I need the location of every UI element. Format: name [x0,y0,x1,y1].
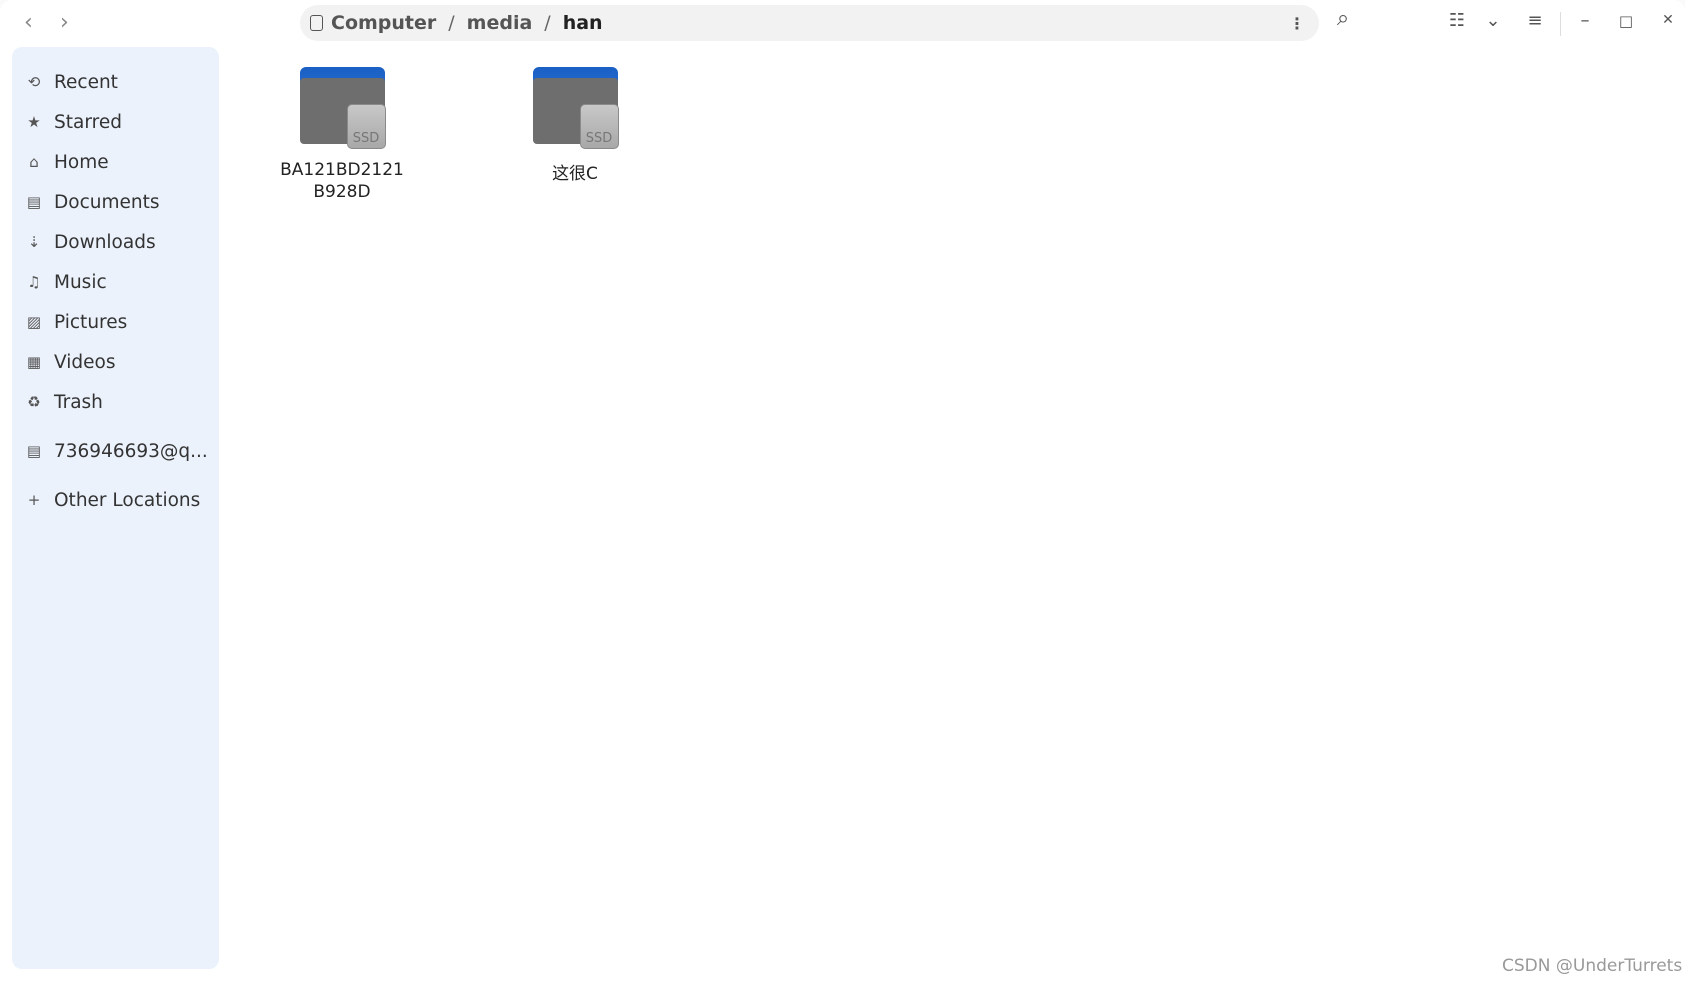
list-view-icon[interactable]: ☷ [1445,10,1469,31]
header-divider [1560,12,1561,36]
sidebar-item-label: 736946693@q... [54,440,208,462]
folder-name: 这很C [552,164,598,184]
picture-icon: ▨ [26,313,42,331]
breadcrumb-separator: / [448,12,455,34]
document-icon: ▤ [26,193,42,211]
sidebar-item-label: Videos [54,351,116,373]
drive-folder-icon: SSD [532,67,619,153]
clock-icon: ⟲ [27,73,41,91]
film-icon: ▦ [26,353,42,371]
hamburger-menu-icon[interactable]: ≡ [1523,10,1547,31]
drive-icon [310,15,323,31]
ssd-badge: SSD [579,104,619,149]
sidebar-item-pictures[interactable]: ▨ Pictures [12,304,219,340]
folder-name: BA121BD2121 B928D [280,160,404,202]
music-icon: ♫ [27,273,41,291]
sidebar-item-label: Documents [54,191,160,213]
sidebar-item-videos[interactable]: ▦ Videos [12,344,219,380]
breadcrumb-computer[interactable]: Computer [331,12,436,34]
plus-icon: + [27,491,41,509]
breadcrumb-separator: / [544,12,551,34]
sidebar-item-label: Other Locations [54,489,201,511]
sidebar-item-starred[interactable]: ★ Starred [12,104,219,140]
sidebar-item-label: Music [54,271,107,293]
sidebar-item-music[interactable]: ♫ Music [12,264,219,300]
breadcrumb[interactable]: Computer / media / han ⋮ [300,5,1319,41]
file-manager-window: ‹ › Computer / media / han ⋮ ⌕ ☷ ⌄ ≡ – □… [0,0,1685,982]
sidebar-item-downloads[interactable]: ⇣ Downloads [12,224,219,260]
search-icon[interactable]: ⌕ [1331,6,1355,31]
folder-item[interactable]: SSD BA121BD2121 B928D [272,67,412,203]
chevron-down-icon[interactable]: ⌄ [1481,10,1505,31]
maximize-button[interactable]: □ [1614,12,1638,30]
sidebar-item-label: Starred [54,111,122,133]
sidebar: ⟲ Recent ★ Starred ⌂ Home ▤ Documents ⇣ Downl… [12,47,219,969]
sidebar-item-home[interactable]: ⌂ Home [12,144,219,180]
minimize-button[interactable]: – [1573,10,1597,31]
back-button[interactable]: ‹ [24,10,33,35]
home-icon: ⌂ [29,153,39,171]
close-button[interactable]: ✕ [1656,12,1680,28]
sidebar-item-documents[interactable]: ▤ Documents [12,184,219,220]
download-icon: ⇣ [27,233,41,251]
forward-button[interactable]: › [60,10,69,35]
sidebar-item-label: Home [54,151,109,173]
server-icon: ▤ [26,442,42,460]
breadcrumb-media[interactable]: media [467,12,533,34]
sidebar-item-recent[interactable]: ⟲ Recent [12,64,219,100]
sidebar-item-label: Trash [54,391,103,413]
folder-item[interactable]: SSD 这很C [505,67,645,185]
sidebar-item-label: Recent [54,71,118,93]
breadcrumb-han[interactable]: han [563,12,603,34]
sidebar-item-label: Pictures [54,311,128,333]
sidebar-item-trash[interactable]: ♻ Trash [12,384,219,420]
more-options-icon[interactable]: ⋮ [1289,14,1305,33]
sidebar-item-label: Downloads [54,231,156,253]
drive-folder-icon: SSD [299,67,386,153]
sidebar-item-other-locations[interactable]: + Other Locations [12,482,219,518]
sidebar-item-network-account[interactable]: ▤ 736946693@q... [12,433,219,469]
trash-icon: ♻ [27,393,41,411]
ssd-badge: SSD [346,104,386,149]
watermark: CSDN @UnderTurrets [1502,956,1683,976]
star-icon: ★ [27,113,41,131]
